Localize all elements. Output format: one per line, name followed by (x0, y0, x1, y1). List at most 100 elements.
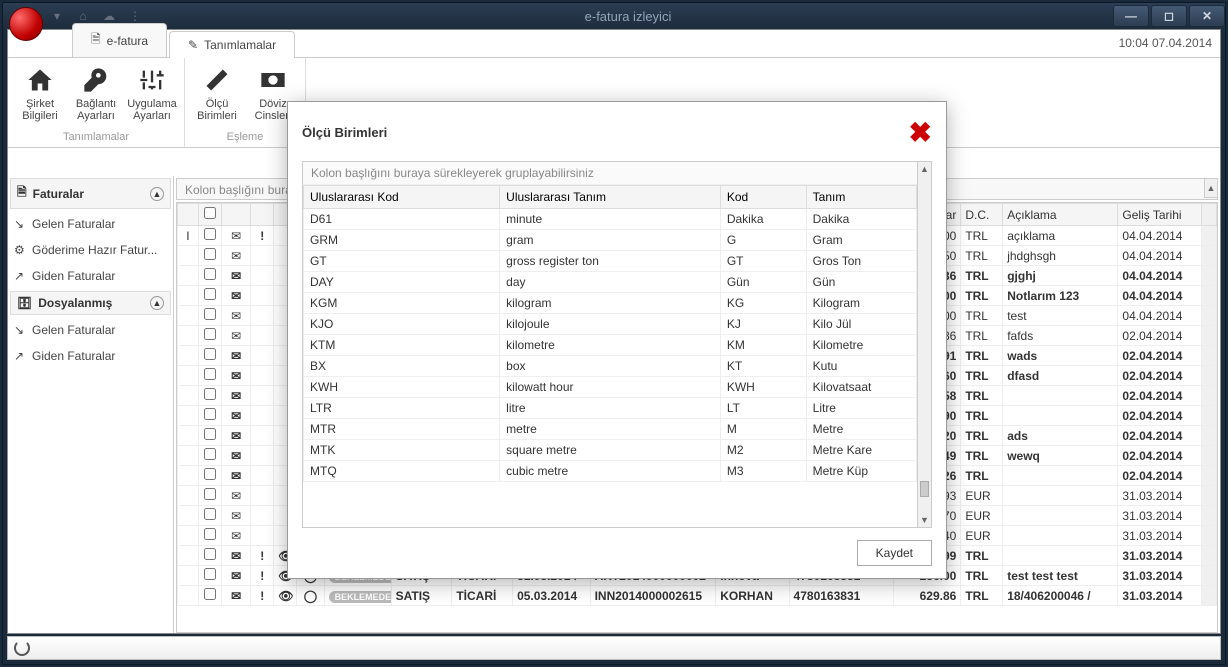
dialog-table-row[interactable]: KWHkilowatt hourKWHKilovatsaat (304, 377, 917, 398)
row-checkbox[interactable] (204, 448, 216, 460)
nav-header-faturalar[interactable]: 🗎Faturalar▲ (10, 178, 171, 209)
dialog-table-row[interactable]: MTQcubic metreM3Metre Küp (304, 461, 917, 482)
row-checkbox[interactable] (204, 388, 216, 400)
minimize-button[interactable]: — (1113, 5, 1149, 27)
dialog-table-row[interactable]: KJOkilojouleKJKilo Jül (304, 314, 917, 335)
dialog-grid[interactable]: Uluslararası Kod Uluslararası Tanım Kod … (303, 185, 917, 527)
col-ul-kod[interactable]: Uluslararası Kod (304, 186, 500, 209)
row-checkbox[interactable] (204, 308, 216, 320)
envelope-icon: ✉ (221, 346, 250, 366)
col-dc[interactable]: D.C. (961, 204, 1003, 226)
inbox-icon: ↘ (14, 323, 28, 337)
dialog-body: Kolon başlığını buraya sürekleyerek grup… (302, 161, 932, 528)
scroll-thumb[interactable] (920, 481, 929, 497)
scroll-up-button[interactable]: ▲ (1204, 178, 1218, 198)
warn-icon (251, 426, 274, 446)
col-marker[interactable] (178, 204, 199, 226)
envelope-icon: ✉ (221, 266, 250, 286)
dialog-table-row[interactable]: GTgross register tonGTGros Ton (304, 251, 917, 272)
row-checkbox[interactable] (204, 428, 216, 440)
envelope-icon: ✉ (221, 386, 250, 406)
row-checkbox[interactable] (204, 508, 216, 520)
col-warn[interactable] (251, 204, 274, 226)
col-aciklama[interactable]: Açıklama (1003, 204, 1118, 226)
row-checkbox[interactable] (204, 348, 216, 360)
col-gelis[interactable]: Geliş Tarihi (1118, 204, 1202, 226)
col-checkbox[interactable] (198, 204, 221, 226)
nav-dosya-giden[interactable]: ↗Giden Faturalar (8, 343, 173, 369)
baglanti-ayarlari-button[interactable]: Bağlantı Ayarları (72, 64, 120, 122)
scrollbar[interactable] (1202, 204, 1217, 226)
save-button[interactable]: Kaydet (857, 540, 932, 566)
dialog-table-row[interactable]: DAYdayGünGün (304, 272, 917, 293)
warn-icon (251, 406, 274, 426)
olcu-birimleri-button[interactable]: Ölçü Birimleri (193, 64, 241, 122)
envelope-icon: ✉ (221, 366, 250, 386)
close-button[interactable]: ✕ (1189, 5, 1225, 27)
warn-icon (251, 466, 274, 486)
nav-header-dosyalanmis[interactable]: 🗄Dosyalanmış▲ (10, 291, 171, 315)
nav-dosya-gelen[interactable]: ↘Gelen Faturalar (8, 317, 173, 343)
dialog-table-row[interactable]: MTKsquare metreM2Metre Kare (304, 440, 917, 461)
warn-icon (251, 486, 274, 506)
sidebar: 🗎Faturalar▲ ↘Gelen Faturalar ⚙Göderime H… (8, 176, 174, 633)
eye-icon[interactable]: 👁 (274, 586, 297, 606)
warn-icon: ! (251, 226, 274, 246)
row-checkbox[interactable] (204, 488, 216, 500)
dialog-table-row[interactable]: KGMkilogramKGKilogram (304, 293, 917, 314)
row-checkbox[interactable] (204, 268, 216, 280)
dialog-scrollbar[interactable]: ▲ ▼ (917, 162, 931, 527)
row-checkbox[interactable] (204, 528, 216, 540)
row-checkbox[interactable] (204, 548, 216, 560)
dialog-table-row[interactable]: KTMkilometreKMKilometre (304, 335, 917, 356)
collapse-icon[interactable]: ▲ (150, 296, 164, 310)
row-checkbox[interactable] (204, 288, 216, 300)
tab-tanimlamalar[interactable]: ✎Tanımlamalar (169, 31, 295, 58)
inbox-icon: ↘ (14, 217, 28, 231)
col-tanim[interactable]: Tanım (806, 186, 916, 209)
dialog-table-row[interactable]: LTRlitreLTLitre (304, 398, 917, 419)
app-window: ▾ ⌂ ☁ ⋮ e-fatura izleyici — ◻ ✕ 🗎e-fatur… (2, 2, 1226, 665)
row-checkbox[interactable] (204, 588, 216, 600)
nav-gelen-faturalar[interactable]: ↘Gelen Faturalar (8, 211, 173, 237)
ribbon-group-tanimlamalar: Şirket Bilgileri Bağlantı Ayarları Uygul… (8, 58, 185, 147)
envelope-icon: ✉ (221, 546, 250, 566)
row-checkbox[interactable] (204, 408, 216, 420)
row-checkbox[interactable] (204, 328, 216, 340)
table-row[interactable]: ✉!👁◯BEKLEMEDESATIŞTİCARİ05.03.2014INN201… (178, 586, 1217, 606)
qat-icon[interactable]: ▾ (47, 7, 67, 25)
ribbon-tabs: 🗎e-fatura ✎Tanımlamalar 10:04 07.04.2014 (8, 30, 1220, 58)
row-checkbox[interactable] (204, 368, 216, 380)
nav-giden-faturalar[interactable]: ↗Giden Faturalar (8, 263, 173, 289)
dialog-table-row[interactable]: D61minuteDakikaDakika (304, 209, 917, 230)
row-checkbox[interactable] (204, 228, 216, 240)
envelope-icon: ✉ (221, 586, 250, 606)
dialog-table-row[interactable]: MTRmetreMMetre (304, 419, 917, 440)
row-checkbox[interactable] (204, 468, 216, 480)
ribbon-group-caption: Tanımlamalar (16, 129, 176, 145)
uygulama-ayarlari-button[interactable]: Uygulama Ayarları (128, 64, 176, 122)
col-env[interactable] (221, 204, 250, 226)
row-checkbox[interactable] (204, 568, 216, 580)
dialog-table-row[interactable]: BXboxKTKutu (304, 356, 917, 377)
dialog-group-hint[interactable]: Kolon başlığını buraya sürekleyerek grup… (303, 162, 917, 185)
dialog-table-row[interactable]: GRMgramGGram (304, 230, 917, 251)
warn-icon (251, 326, 274, 346)
nav-goderime-hazir[interactable]: ⚙Göderime Hazır Fatur... (8, 237, 173, 263)
envelope-icon: ✉ (221, 226, 250, 246)
envelope-icon: ✉ (221, 486, 250, 506)
tab-efatura[interactable]: 🗎e-fatura (72, 23, 167, 57)
outbox-icon: ↗ (14, 349, 28, 363)
sirket-bilgileri-button[interactable]: Şirket Bilgileri (16, 64, 64, 122)
col-ul-tanim[interactable]: Uluslararası Tanım (500, 186, 721, 209)
collapse-icon[interactable]: ▲ (150, 187, 164, 201)
dialog-grid-header[interactable]: Uluslararası Kod Uluslararası Tanım Kod … (304, 186, 917, 209)
scroll-up-icon[interactable]: ▲ (918, 162, 931, 176)
maximize-button[interactable]: ◻ (1151, 5, 1187, 27)
warn-icon: ! (251, 586, 274, 606)
window-title: e-fatura izleyici (145, 9, 1111, 24)
row-checkbox[interactable] (204, 248, 216, 260)
scroll-down-icon[interactable]: ▼ (918, 513, 931, 527)
col-kod[interactable]: Kod (720, 186, 806, 209)
dialog-close-button[interactable]: ✖ (909, 116, 932, 149)
